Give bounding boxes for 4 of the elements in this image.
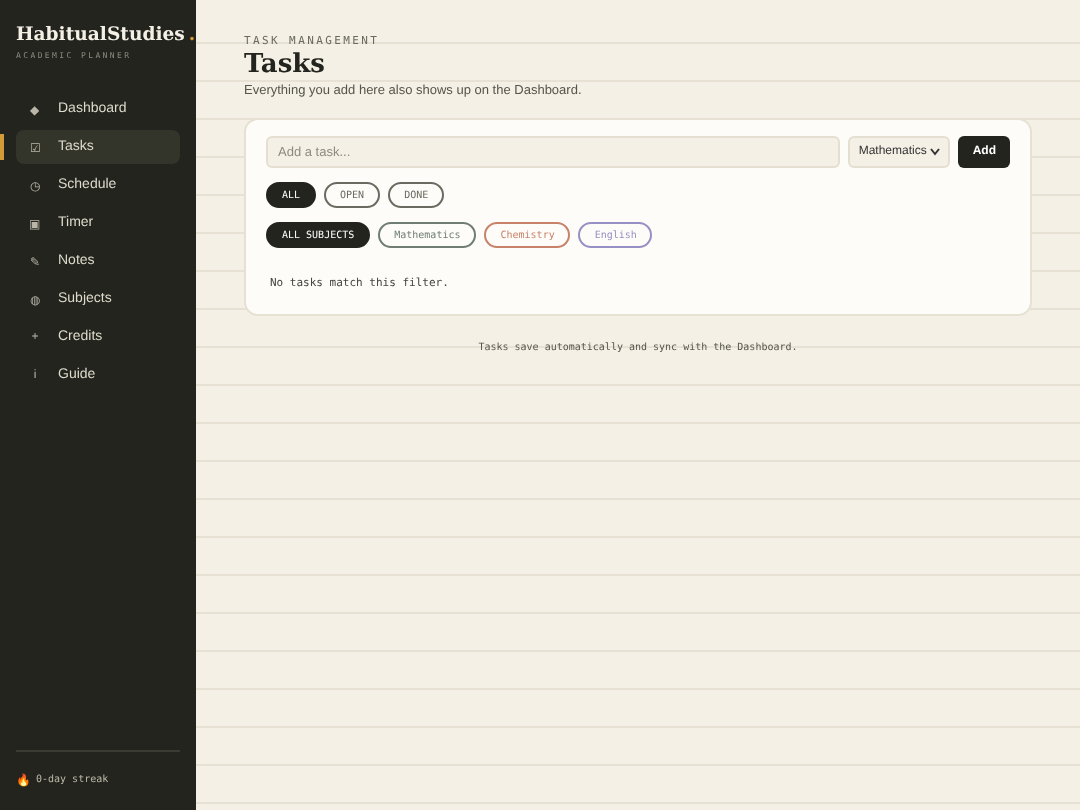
active-indicator: [0, 134, 4, 160]
caret-icon: [930, 148, 941, 156]
page-title: Tasks: [244, 50, 327, 80]
brand-name: HabitualStudies .: [14, 24, 196, 46]
